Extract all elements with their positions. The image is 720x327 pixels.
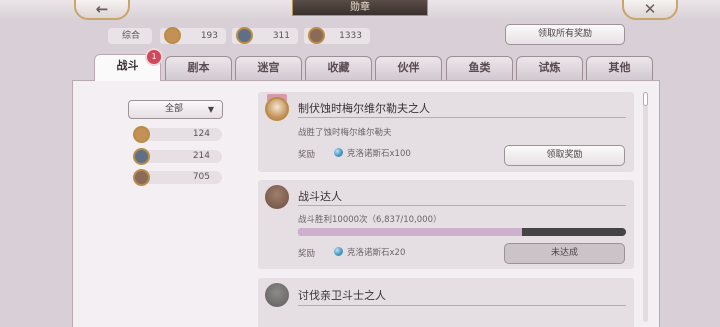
summary-label: 综合: [108, 28, 152, 44]
silver-medal-icon: [265, 283, 289, 307]
scrollbar-thumb[interactable]: [643, 92, 648, 106]
silver-medal-icon: [133, 148, 150, 165]
divider: [298, 117, 626, 118]
bronze-medal-icon: [308, 27, 325, 44]
achievement-card: 制伏蚀时梅尔维尔勒夫之人 战胜了蚀时梅尔维尔勒夫 奖励 克洛诺斯石x100 领取…: [258, 92, 634, 172]
achievement-desc: 战斗胜利10000次（6,837/10,000）: [298, 215, 442, 225]
achievement-title: 战斗达人: [298, 190, 342, 203]
reward-item: 克洛诺斯石x100: [334, 147, 411, 159]
tab-trial[interactable]: 试炼: [516, 56, 583, 80]
tab-collection[interactable]: 收藏: [305, 56, 372, 80]
not-achieved-button[interactable]: 未达成: [504, 243, 625, 264]
notification-badge: 1: [145, 48, 163, 66]
divider: [298, 305, 626, 306]
reward-label: 奖励: [298, 150, 316, 160]
achievement-card: 讨伐亲卫斗士之人: [258, 278, 634, 327]
tab-fish[interactable]: 鱼类: [446, 56, 513, 80]
divider: [298, 205, 626, 206]
page-title: 勋章: [292, 0, 428, 16]
reward-label: 奖励: [298, 249, 316, 259]
gold-medal-icon: [265, 97, 289, 121]
back-arrow-icon: ←: [95, 0, 109, 18]
progress-fill: [298, 228, 523, 236]
chevron-down-icon: ▼: [207, 105, 214, 114]
achievement-title: 讨伐亲卫斗士之人: [298, 289, 386, 302]
tab-maze[interactable]: 迷宫: [235, 56, 302, 80]
bronze-medal-icon: [133, 169, 150, 186]
bronze-medal-icon: [265, 185, 289, 209]
reward-text: 克洛诺斯石x20: [347, 248, 406, 258]
tab-other[interactable]: 其他: [586, 56, 653, 80]
back-button[interactable]: ←: [74, 0, 130, 20]
chronos-stone-icon: [334, 247, 343, 256]
silver-medal-icon: [236, 27, 253, 44]
reward-item: 克洛诺斯石x20: [334, 246, 405, 258]
scrollbar[interactable]: [643, 92, 648, 322]
reward-text: 克洛诺斯石x100: [347, 149, 411, 159]
progress-bar: [298, 228, 626, 236]
close-button[interactable]: ✕: [622, 0, 678, 20]
gold-medal-icon: [133, 126, 150, 143]
claim-reward-button[interactable]: 领取奖励: [504, 145, 625, 166]
close-icon: ✕: [643, 0, 657, 18]
gold-medal-icon: [164, 27, 181, 44]
medal-filter-dropdown[interactable]: 全部 ▼: [128, 100, 223, 119]
tab-companion[interactable]: 伙伴: [375, 56, 442, 80]
chronos-stone-icon: [334, 148, 343, 157]
achievement-title: 制伏蚀时梅尔维尔勒夫之人: [298, 102, 430, 115]
achievement-desc: 战胜了蚀时梅尔维尔勒夫: [298, 128, 392, 138]
achievement-card: 战斗达人 战斗胜利10000次（6,837/10,000） 奖励 克洛诺斯石x2…: [258, 180, 634, 269]
filter-selected: 全部: [165, 104, 184, 114]
claim-all-button[interactable]: 领取所有奖励: [505, 24, 625, 45]
tab-scenario[interactable]: 剧本: [165, 56, 232, 80]
